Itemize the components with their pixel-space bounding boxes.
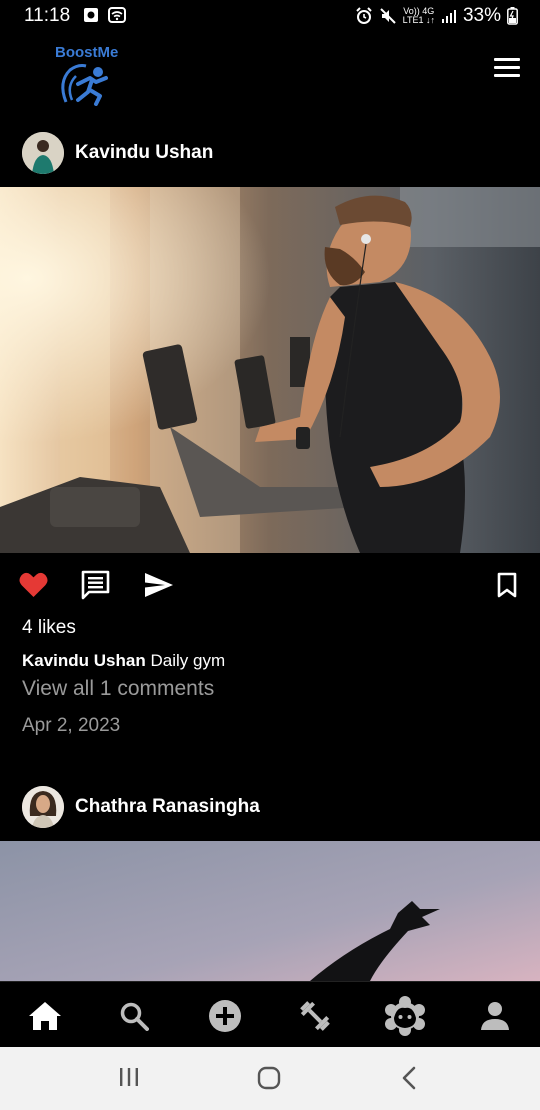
mute-icon <box>379 8 396 24</box>
status-time: 11:18 <box>24 5 71 26</box>
app-name: BoostMe <box>55 44 119 61</box>
nav-home[interactable] <box>25 996 65 1036</box>
avatar[interactable] <box>22 786 64 828</box>
notification-icon <box>84 8 98 22</box>
nav-profile[interactable] <box>475 996 515 1036</box>
gym-treadmill-photo <box>0 187 540 553</box>
network-bottom-text: LTE1 ↓↑ <box>402 15 435 25</box>
post-header[interactable]: Kavindu Ushan <box>22 132 213 174</box>
post-caption: Kavindu Ushan Daily gym <box>22 651 225 671</box>
comment-icon[interactable] <box>81 570 110 600</box>
battery-icon <box>507 7 518 25</box>
likes-count[interactable]: 4 likes <box>22 617 76 639</box>
wifi-icon <box>108 7 126 23</box>
post-image[interactable] <box>0 187 540 553</box>
user-avatar-image <box>22 786 64 828</box>
profile-icon <box>481 1002 509 1030</box>
recent-apps-icon[interactable] <box>118 1066 140 1088</box>
status-right: Vo)) 4G LTE1 ↓↑ 33% <box>355 5 518 27</box>
network-indicator: Vo)) 4G LTE1 ↓↑ <box>403 7 435 25</box>
avatar[interactable] <box>22 132 64 174</box>
search-icon <box>120 1002 149 1031</box>
app-header: BoostMe <box>0 32 540 120</box>
menu-line <box>494 58 520 61</box>
alarm-icon <box>355 7 372 24</box>
send-icon[interactable] <box>144 572 174 598</box>
status-bar: 11:18 Vo)) 4G LTE1 ↓↑ 33% <box>0 0 540 32</box>
caption-text: Daily gym <box>150 651 226 670</box>
system-nav-bar <box>0 1047 540 1110</box>
home-icon <box>29 1002 61 1030</box>
post-username[interactable]: Chathra Ranasingha <box>75 796 260 818</box>
sky-photo <box>0 841 540 981</box>
post-image[interactable] <box>0 841 540 981</box>
nav-add[interactable] <box>205 996 245 1036</box>
dumbbell-icon <box>300 1001 330 1031</box>
post-actions <box>0 568 540 604</box>
face-icon <box>385 996 425 1036</box>
caption-username[interactable]: Kavindu Ushan <box>22 651 146 670</box>
menu-button[interactable] <box>494 58 520 78</box>
back-icon[interactable] <box>400 1066 418 1090</box>
nav-face[interactable] <box>385 996 425 1036</box>
bottom-nav <box>0 981 540 1048</box>
runner-logo-icon <box>61 64 108 106</box>
post-header[interactable]: Chathra Ranasingha <box>22 786 260 828</box>
user-avatar-image <box>22 132 64 174</box>
battery-percent: 33% <box>462 5 501 26</box>
nav-workouts[interactable] <box>295 996 335 1036</box>
heart-icon[interactable] <box>19 572 48 598</box>
bookmark-icon[interactable] <box>497 572 517 598</box>
post-date: Apr 2, 2023 <box>22 715 121 736</box>
menu-line <box>494 66 520 69</box>
nav-search[interactable] <box>114 996 154 1036</box>
add-circle-icon <box>209 1000 241 1032</box>
post-username[interactable]: Kavindu Ushan <box>75 142 213 164</box>
menu-line <box>494 74 520 77</box>
view-comments-link[interactable]: View all 1 comments <box>22 677 214 701</box>
signal-icon <box>441 10 456 23</box>
home-button-icon[interactable] <box>257 1066 281 1090</box>
